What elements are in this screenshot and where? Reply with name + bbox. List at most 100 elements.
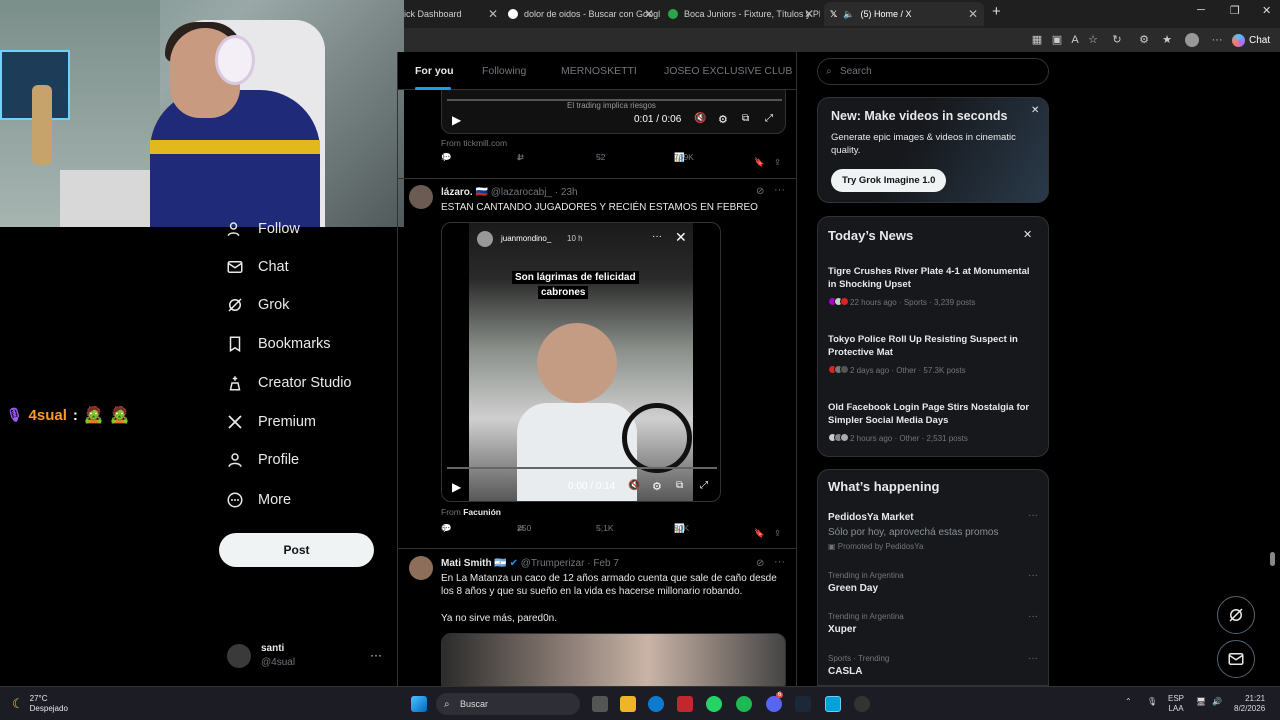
tab-for-you[interactable]: For you: [415, 65, 454, 77]
more-icon[interactable]: ···: [774, 556, 785, 568]
account-more-icon[interactable]: ···: [370, 648, 382, 662]
nav-creator-studio[interactable]: Creator Studio: [226, 371, 352, 395]
mute-icon[interactable]: 🔇: [628, 480, 640, 491]
settings-icon[interactable]: ⚙: [718, 113, 728, 126]
task-view-icon[interactable]: [592, 696, 608, 712]
trend-item[interactable]: Green Day: [828, 583, 878, 594]
mic-icon[interactable]: 🎙: [1147, 697, 1157, 707]
news-item-title[interactable]: Old Facebook Login Page Stirs Nostalgia …: [828, 401, 1038, 427]
avatar[interactable]: [409, 185, 433, 209]
app-icon[interactable]: [854, 696, 870, 712]
search-input[interactable]: ⌕ Search: [817, 58, 1049, 85]
nav-grok[interactable]: Grok: [226, 293, 289, 317]
play-icon[interactable]: ▶: [452, 480, 461, 494]
share-button[interactable]: ⇪: [774, 157, 781, 168]
nav-more[interactable]: More: [226, 488, 291, 512]
copilot-chat-button[interactable]: Chat: [1232, 31, 1276, 49]
nav-chat[interactable]: Chat: [226, 255, 289, 279]
tab-mernosketti[interactable]: MERNOSKETTI: [561, 65, 637, 77]
tab-following[interactable]: Following: [482, 65, 526, 77]
settings-icon[interactable]: ⚙: [652, 480, 662, 493]
scrollbar-thumb[interactable]: [1270, 552, 1275, 566]
video-source[interactable]: From Facunión: [441, 507, 501, 517]
favorites-icon[interactable]: ★: [1160, 33, 1174, 47]
video-progress-bar[interactable]: [447, 467, 717, 469]
grok-float-button[interactable]: [1217, 596, 1255, 634]
maximize-button[interactable]: ❐: [1230, 4, 1240, 17]
steam-icon[interactable]: [795, 696, 811, 712]
bookmark-button[interactable]: 🔖: [754, 528, 765, 539]
grok-icon[interactable]: ⊘: [756, 186, 764, 197]
app-icon[interactable]: [677, 696, 693, 712]
tab-google-search[interactable]: dolor de oidos - Buscar con Googl ✕: [508, 2, 660, 26]
video-player[interactable]: El trading implica riesgos ▶ 0:01 / 0:06…: [441, 88, 786, 134]
tab-joseo-exclusive-club[interactable]: JOSEO EXCLUSIVE CLUB: [664, 65, 792, 77]
trend-item[interactable]: CASLA: [828, 666, 862, 677]
post-button[interactable]: Post: [219, 533, 374, 567]
profile-avatar-icon[interactable]: [1185, 33, 1199, 47]
more-icon[interactable]: ···: [1028, 510, 1038, 521]
close-icon[interactable]: ✕: [1023, 228, 1032, 241]
fullscreen-icon[interactable]: ⤢: [700, 480, 708, 491]
news-item-title[interactable]: Tigre Crushes River Plate 4-1 at Monumen…: [828, 265, 1038, 291]
pip-icon[interactable]: ⧉: [676, 480, 683, 491]
network-icon[interactable]: 🖥: [1196, 697, 1206, 707]
account-switcher[interactable]: santi @4sual ···: [227, 640, 387, 672]
play-icon[interactable]: ▶: [452, 113, 461, 127]
tweet-author[interactable]: Mati Smith 🇦🇷 ✔ @Trumperizar · Feb 7: [441, 558, 619, 569]
nav-follow[interactable]: Follow: [226, 217, 300, 241]
tab-x-home[interactable]: 𝕏 🔈 (5) Home / X ✕: [824, 2, 984, 26]
news-item-title[interactable]: Tokyo Police Roll Up Resisting Suspect i…: [828, 333, 1038, 359]
clock[interactable]: 21:21 8/2/2026: [1234, 694, 1265, 714]
taskbar-search[interactable]: ⌕ Buscar: [436, 693, 580, 715]
bookmark-button[interactable]: 🔖: [754, 157, 765, 168]
close-tab-icon[interactable]: ✕: [488, 7, 498, 21]
extensions-icon[interactable]: ⚙: [1137, 33, 1151, 47]
new-tab-button[interactable]: +: [992, 3, 1001, 20]
windows-start-icon[interactable]: [411, 696, 427, 712]
tweet-image[interactable]: [441, 633, 786, 686]
read-aloud-icon[interactable]: A: [1068, 33, 1082, 47]
avatar[interactable]: [409, 556, 433, 580]
tab-boca-juniors[interactable]: Boca Juniors - Fixture, Títulos y Pla ✕: [668, 2, 820, 26]
app-icon[interactable]: [825, 696, 841, 712]
close-tab-icon[interactable]: ✕: [968, 7, 978, 21]
trend-item[interactable]: Xuper: [828, 624, 856, 635]
favorite-star-icon[interactable]: ☆: [1086, 33, 1100, 47]
mute-icon[interactable]: 🔇: [694, 113, 706, 124]
grok-icon[interactable]: ⊘: [756, 558, 764, 569]
volume-icon[interactable]: 🔊: [1212, 697, 1222, 707]
minimize-button[interactable]: ─: [1197, 4, 1205, 16]
edge-icon[interactable]: [648, 696, 664, 712]
split-screen-icon[interactable]: ▦: [1030, 33, 1044, 47]
nav-premium[interactable]: Premium: [226, 410, 316, 434]
share-button[interactable]: ⇪: [774, 528, 781, 539]
fullscreen-icon[interactable]: ⤢: [765, 113, 773, 124]
close-window-button[interactable]: ✕: [1262, 4, 1271, 17]
weather-widget[interactable]: ☾ 27°C Despejado: [12, 694, 68, 714]
language-indicator[interactable]: ESP LAA: [1168, 694, 1184, 714]
more-icon[interactable]: ···: [1028, 611, 1038, 622]
refresh-extension-icon[interactable]: ↻: [1110, 33, 1124, 47]
try-grok-button[interactable]: Try Grok Imagine 1.0: [831, 169, 947, 192]
more-icon[interactable]: ···: [1028, 570, 1038, 581]
close-tab-icon[interactable]: ✕: [644, 7, 654, 21]
more-icon[interactable]: ···: [1028, 653, 1038, 664]
discord-icon[interactable]: [766, 696, 782, 712]
video-player[interactable]: juanmondino_ 10 h ··· ✕ Son lágrimas de …: [441, 222, 721, 502]
close-icon[interactable]: ✕: [675, 229, 687, 246]
close-icon[interactable]: ✕: [1031, 105, 1039, 116]
pip-icon[interactable]: ⧉: [742, 113, 749, 124]
close-tab-icon[interactable]: ✕: [804, 7, 814, 21]
more-menu-icon[interactable]: ···: [1210, 33, 1224, 47]
nav-profile[interactable]: Profile: [226, 448, 299, 472]
spotify-icon[interactable]: [736, 696, 752, 712]
file-explorer-icon[interactable]: [620, 696, 636, 712]
more-icon[interactable]: ···: [774, 184, 785, 196]
nav-bookmarks[interactable]: Bookmarks: [226, 332, 331, 356]
chevron-up-icon[interactable]: ⌃: [1125, 697, 1132, 707]
messages-float-button[interactable]: [1217, 640, 1255, 678]
more-icon[interactable]: ···: [652, 231, 662, 242]
whatsapp-icon[interactable]: [706, 696, 722, 712]
tab-dashboard[interactable]: ick Dashboard ✕: [404, 2, 504, 26]
